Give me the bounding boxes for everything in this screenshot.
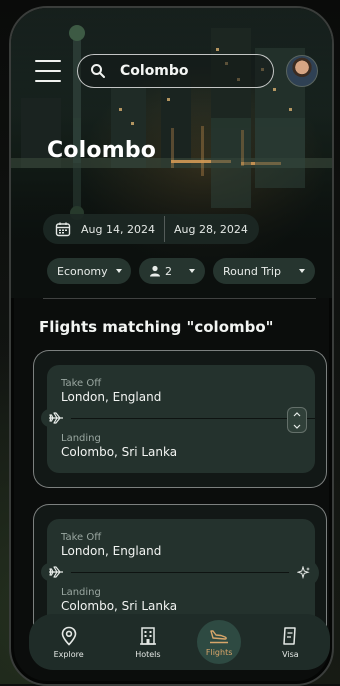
chevron-down-icon [293,424,301,429]
landing-label: Landing [61,433,101,444]
passport-icon [283,626,297,645]
depart-date[interactable]: Aug 14, 2024 [81,223,155,236]
landing-city: Colombo, Sri Lanka [61,445,178,459]
nav-item-explore[interactable]: Explore [39,617,99,667]
nav-label-flights: Flights [205,647,233,657]
page-title: Colombo [47,138,157,163]
trip-type-value: Round Trip [223,264,281,278]
takeoff-label: Take Off [61,532,102,543]
ai-sparkle-button[interactable] [289,559,319,587]
section-divider [43,298,316,299]
nav-label-explore: Explore [53,649,84,659]
date-divider [163,216,165,242]
nav-item-hotels[interactable]: Hotels [118,617,178,667]
landing-city: Colombo, Sri Lanka [61,599,178,613]
hamburger-menu-icon[interactable] [35,60,61,82]
nav-label-visa: Visa [282,649,299,659]
calendar-icon [55,222,71,237]
passengers-dropdown[interactable]: 2 [139,258,205,284]
landing-label: Landing [61,587,101,598]
passengers-value: 2 [165,264,172,278]
avatar[interactable] [286,55,318,87]
search-input[interactable]: Colombo [77,54,274,88]
search-input-value: Colombo [120,63,189,79]
sparkle-icon [297,566,310,580]
plane-icon [41,409,71,427]
phone-frame: Colombo Colombo Aug 14, 2024 Aug 28, 202… [9,6,334,686]
search-icon [91,64,105,78]
nav-item-visa[interactable]: Visa [260,617,320,667]
takeoff-city: London, England [61,390,162,404]
person-icon [150,265,160,277]
date-range-picker[interactable]: Aug 14, 2024 Aug 28, 2024 [43,214,259,244]
cabin-class-dropdown[interactable]: Economy [47,258,131,284]
nav-item-flights[interactable]: Flights [197,620,242,664]
chevron-down-icon [115,269,122,273]
top-bar: Colombo [35,52,318,90]
expand-details-stepper[interactable] [287,407,307,433]
route-line [47,572,315,573]
bottom-navigation: Explore Hotels Flights Visa [29,614,330,670]
route-line [47,418,315,419]
nav-label-hotels: Hotels [135,649,161,659]
flight-card[interactable]: Take Off London, England Landing Colombo… [33,350,327,488]
takeoff-city: London, England [61,544,162,558]
chevron-down-icon [299,269,305,273]
trip-type-dropdown[interactable]: Round Trip [213,258,315,284]
results-heading: Flights matching "colombo" [39,318,274,336]
takeoff-label: Take Off [61,378,102,389]
cabin-class-value: Economy [57,264,108,278]
map-pin-icon [61,626,76,646]
hotel-icon [139,626,156,645]
return-date[interactable]: Aug 28, 2024 [174,223,248,236]
flight-route-panel: Take Off London, England Landing Colombo… [41,365,315,473]
chevron-up-icon [293,411,301,416]
chevron-down-icon [189,269,195,273]
plane-landing-icon [210,629,229,643]
plane-icon [41,563,71,581]
